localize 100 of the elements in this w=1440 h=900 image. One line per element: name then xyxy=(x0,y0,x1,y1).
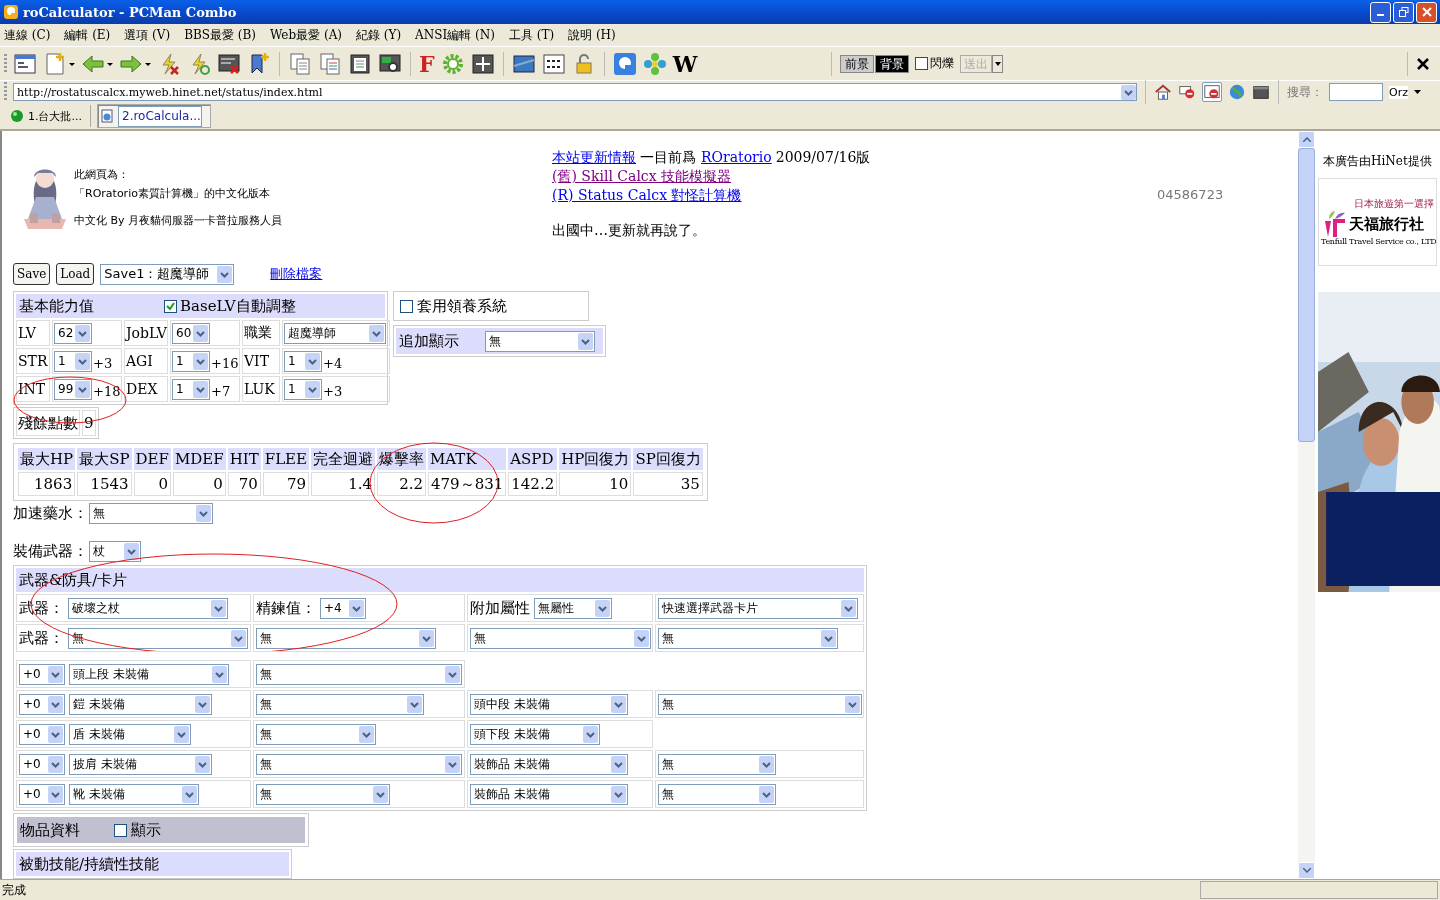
minimize-button[interactable] xyxy=(1370,1,1391,23)
dropdown[interactable]: 60 xyxy=(172,322,210,344)
tab[interactable]: 1.台大批... xyxy=(8,105,91,127)
scroll-down-button[interactable] xyxy=(1298,862,1315,879)
card-dropdown[interactable]: 無 xyxy=(658,783,776,805)
close-icon[interactable] xyxy=(1416,56,1430,71)
dropdown[interactable]: 超魔導師 xyxy=(284,322,386,344)
dropdown[interactable]: 快速選擇武器卡片 xyxy=(658,597,858,619)
settings-icon[interactable] xyxy=(440,51,465,76)
tab[interactable]: 2.roCalcula... xyxy=(97,104,211,128)
send-dropdown-button[interactable] xyxy=(992,54,1004,73)
menu-item[interactable]: 工具 (T) xyxy=(508,26,555,44)
dropdown[interactable]: 99 xyxy=(54,378,92,400)
globe-icon[interactable] xyxy=(1228,83,1246,101)
menu-item[interactable]: 編輯 (E) xyxy=(64,26,111,44)
keyboard-icon[interactable] xyxy=(541,51,566,76)
save-slot-dropdown[interactable]: Save1：超魔導師 xyxy=(100,263,235,285)
ad-banner[interactable]: 日本旅遊第一選擇 天福旅行社 Tenfull Travel Service co., LTD xyxy=(1318,178,1437,266)
menu-item[interactable]: 紀錄 (Y) xyxy=(356,26,402,44)
window-icon[interactable] xyxy=(13,51,37,76)
dropdown[interactable]: 無屬性 xyxy=(534,597,612,619)
menu-item[interactable]: BBS最愛 (B) xyxy=(184,26,256,44)
armor-dropdown[interactable]: 裝飾品 未裝備 xyxy=(470,753,628,775)
refine-dropdown[interactable]: +0 xyxy=(19,783,65,805)
resize-icon[interactable] xyxy=(470,51,495,76)
dropdown[interactable]: 62 xyxy=(54,322,92,344)
armor-dropdown[interactable]: 頭中段 未裝備 xyxy=(470,693,628,715)
refine-dropdown[interactable]: +0 xyxy=(19,693,65,715)
table-cell: 2.2 xyxy=(377,472,426,496)
card-dropdown[interactable]: 無 xyxy=(256,663,462,685)
news-link[interactable]: 本站更新情報 xyxy=(552,149,636,168)
refine-dropdown[interactable]: +0 xyxy=(19,663,65,685)
card-dropdown[interactable]: 無 xyxy=(256,693,424,715)
load-button[interactable]: Load xyxy=(56,263,95,285)
dropdown[interactable]: 無 xyxy=(470,627,651,649)
caret-icon xyxy=(611,695,626,713)
armor-dropdown[interactable]: 鎧 未裝備 xyxy=(69,693,212,715)
terminal-icon[interactable] xyxy=(1252,83,1270,101)
dropdown[interactable]: 破壞之杖 xyxy=(68,597,228,619)
armor-dropdown[interactable]: 靴 未裝備 xyxy=(69,783,199,805)
address-field[interactable]: http://rostatuscalcx.myweb.hinet.net/status/index.html xyxy=(13,83,1137,101)
refine-dropdown[interactable]: +0 xyxy=(19,753,65,775)
search-field[interactable] xyxy=(1329,83,1383,101)
card-dropdown[interactable]: 無 xyxy=(256,723,376,745)
document-icon[interactable] xyxy=(348,51,372,76)
dropdown[interactable]: 1 xyxy=(284,378,322,400)
close-screen-icon[interactable] xyxy=(217,51,241,76)
dropdown[interactable]: 無 xyxy=(658,627,838,649)
checkbox[interactable] xyxy=(114,823,127,837)
refine-dropdown[interactable]: +0 xyxy=(19,723,65,745)
table-cell: 0 xyxy=(133,472,171,496)
menu-item[interactable]: Web最愛 (A) xyxy=(270,26,342,44)
font-button[interactable]: F xyxy=(419,51,435,76)
news-link[interactable]: ROratorio xyxy=(701,149,772,168)
caret-icon xyxy=(193,352,208,370)
restore-button[interactable] xyxy=(1393,1,1414,23)
dropdown[interactable]: 無 xyxy=(89,502,213,524)
checkbox[interactable] xyxy=(915,57,929,70)
home-icon[interactable] xyxy=(1154,83,1172,101)
dropdown[interactable]: 無 xyxy=(485,330,595,352)
news-link[interactable]: (舊) Skill Calcx 技能模擬器 xyxy=(552,168,732,187)
caret-icon[interactable] xyxy=(1413,90,1421,94)
bonus-text: +3 xyxy=(323,383,343,399)
dropdown[interactable]: 無 xyxy=(256,627,436,649)
foreground-button[interactable]: 前景 xyxy=(840,54,875,73)
block-page-icon[interactable] xyxy=(1202,82,1222,102)
armor-dropdown[interactable]: 頭下段 未裝備 xyxy=(470,723,600,745)
armor-dropdown[interactable]: 裝飾品 未裝備 xyxy=(470,783,628,805)
save-button[interactable]: Save xyxy=(13,263,51,285)
card-dropdown[interactable]: 無 xyxy=(658,753,776,775)
card-dropdown[interactable]: 無 xyxy=(256,783,390,805)
dropdown[interactable]: 1 xyxy=(54,350,92,372)
checkbox[interactable] xyxy=(164,299,177,313)
delete-file-link[interactable]: 刪除檔案 xyxy=(270,265,323,283)
stop-icon[interactable] xyxy=(1178,83,1196,101)
menu-item[interactable]: 選項 (V) xyxy=(124,26,171,44)
news-link[interactable]: (R) Status Calcx 對怪計算機 xyxy=(552,187,742,206)
card-dropdown[interactable]: 無 xyxy=(658,693,862,715)
menu-item[interactable]: ANSI編輯 (N) xyxy=(415,26,495,44)
armor-dropdown[interactable]: 盾 未裝備 xyxy=(69,723,191,745)
menu-item[interactable]: 連線 (C) xyxy=(4,26,51,44)
scrollbar-thumb[interactable] xyxy=(1298,148,1315,442)
dropdown[interactable]: 1 xyxy=(172,378,210,400)
armor-dropdown[interactable]: 披肩 未裝備 xyxy=(69,753,212,775)
search-engine-button[interactable]: Orz xyxy=(1389,85,1408,99)
background-button[interactable]: 背景 xyxy=(875,54,910,73)
checkbox[interactable] xyxy=(400,299,413,313)
menu-item[interactable]: 說明 (H) xyxy=(568,26,616,44)
dropdown[interactable]: +4 xyxy=(320,597,366,619)
dropdown[interactable]: 杖 xyxy=(89,540,141,562)
caret-icon xyxy=(75,380,90,398)
armor-dropdown[interactable]: 頭上段 未裝備 xyxy=(69,663,229,685)
close-button[interactable] xyxy=(1416,1,1437,23)
wiki-button[interactable]: W xyxy=(672,51,698,76)
app-logo-icon[interactable] xyxy=(612,51,637,76)
dropdown[interactable]: 1 xyxy=(284,350,322,372)
scroll-up-button[interactable] xyxy=(1298,131,1315,148)
card-dropdown[interactable]: 無 xyxy=(256,753,462,775)
dropdown[interactable]: 1 xyxy=(172,350,210,372)
column-header: 完全迴避 xyxy=(311,448,375,470)
